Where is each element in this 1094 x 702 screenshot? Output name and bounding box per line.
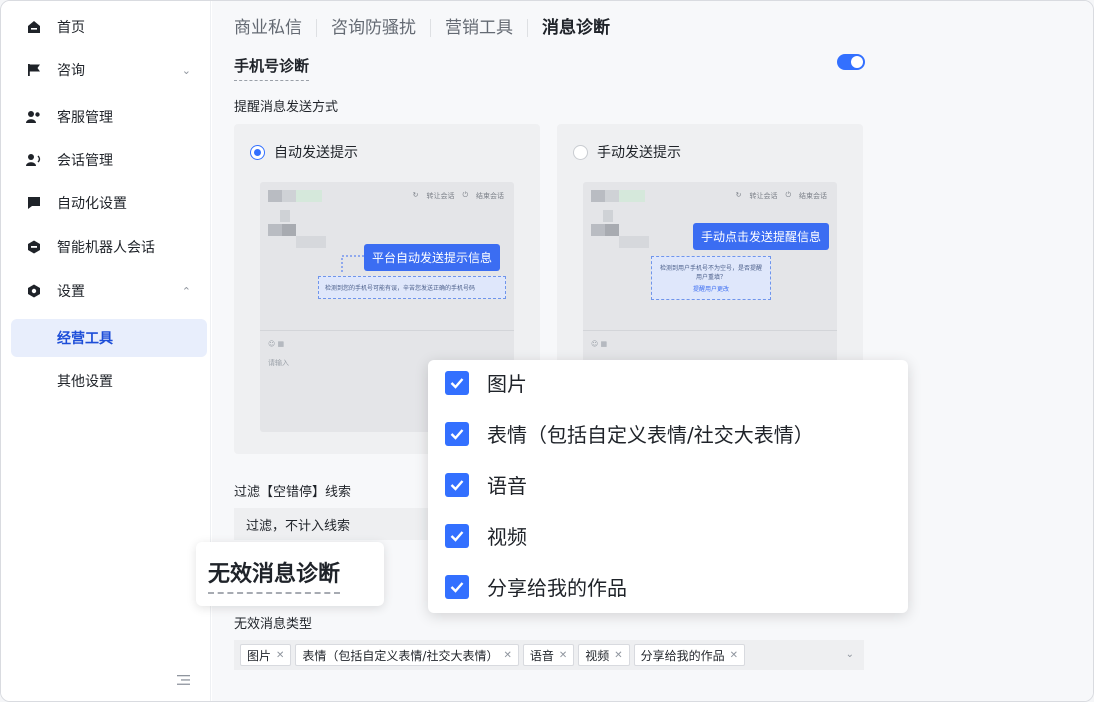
tab-anti-harass[interactable]: 咨询防骚扰 — [316, 19, 430, 37]
dropdown-option-shared-work[interactable]: 分享给我的作品 — [445, 572, 627, 601]
chevron-down-icon: ⌄ — [181, 63, 191, 77]
sidebar-item-label: 咨询 — [57, 63, 85, 79]
sidebar-item-label: 会话管理 — [57, 153, 113, 169]
robot-icon — [25, 238, 43, 256]
home-icon — [25, 18, 43, 36]
dropdown-option-voice[interactable]: 语音 — [445, 470, 527, 499]
sidebar-item-automation[interactable]: 自动化设置 — [11, 184, 207, 222]
filter-label: 过滤【空错停】线索 — [234, 485, 352, 500]
phone-diagnosis-title: 手机号诊断 — [234, 55, 310, 81]
gear-icon — [25, 282, 43, 300]
emoji-icon: ☺ ▦ — [268, 340, 285, 348]
auto-callout: 平台自动发送提示信息 — [364, 244, 501, 271]
invalid-type-multiselect[interactable]: 图片 ✕ 表情（包括自定义表情/社交大表情） ✕ 语音 ✕ 视频 ✕ 分享给我的作品 ✕ … — [234, 640, 864, 670]
tab-message-diagnosis[interactable]: 消息诊断 — [527, 19, 624, 37]
sidebar-item-label: 智能机器人会话 — [57, 240, 155, 256]
transfer-icon: ↻ — [412, 191, 419, 199]
manual-send-label: 手动发送提示 — [597, 145, 681, 161]
auto-send-radio-row[interactable]: 自动发送提示 — [250, 142, 358, 162]
tag-shared-work: 分享给我的作品 ✕ — [633, 644, 746, 666]
close-icon[interactable]: ✕ — [730, 650, 738, 661]
close-icon[interactable]: ✕ — [276, 650, 284, 661]
send-method-label: 提醒消息发送方式 — [234, 100, 339, 115]
emoji-icon: ☺ ▦ — [591, 340, 608, 348]
manual-callout: 手动点击发送提醒信息 — [693, 223, 830, 250]
invalid-type-dropdown: 图片 表情（包括自定义表情/社交大表情） 语音 视频 分享给我的作品 — [428, 360, 908, 613]
auto-send-label: 自动发送提示 — [274, 145, 358, 161]
app-window: 首页 咨询 ⌄ 客服管理 会话管理 自动化设置 智能机器人会话 设置 ⌃ 经营工… — [0, 0, 1094, 702]
users-icon — [25, 108, 43, 126]
sidebar-item-home[interactable]: 首页 — [11, 8, 207, 46]
tag-voice: 语音 ✕ — [522, 644, 575, 666]
tag-emoji: 表情（包括自定义表情/社交大表情） ✕ — [295, 644, 519, 666]
chevron-up-icon: ⌃ — [181, 284, 191, 298]
invalid-diagnosis-title: 无效消息诊断 — [208, 556, 341, 594]
sidebar-item-label: 设置 — [57, 284, 85, 300]
sidebar-item-other-settings[interactable]: 其他设置 — [11, 362, 207, 400]
filter-select[interactable]: 过滤，不计入线索 — [234, 508, 434, 540]
tab-business-dm[interactable]: 商业私信 — [234, 19, 316, 37]
sidebar-item-robot[interactable]: 智能机器人会话 — [11, 228, 207, 266]
collapse-sidebar-icon[interactable] — [177, 671, 193, 685]
message-icon — [25, 194, 43, 212]
invalid-diagnosis-callout: 无效消息诊断 — [196, 542, 384, 606]
user-chat-icon — [25, 151, 43, 169]
dropdown-option-image[interactable]: 图片 — [445, 368, 527, 397]
transfer-icon: ↻ — [735, 191, 742, 199]
mock-input-placeholder: 请输入 — [268, 359, 289, 367]
checkbox-checked-icon[interactable] — [445, 370, 469, 395]
sidebar-item-consult[interactable]: 咨询 ⌄ — [11, 51, 207, 89]
tab-bar: 商业私信 咨询防骚扰 营销工具 消息诊断 — [234, 19, 624, 37]
sidebar-item-label: 首页 — [57, 20, 85, 36]
auto-send-radio[interactable] — [250, 144, 265, 160]
dropdown-option-video[interactable]: 视频 — [445, 521, 527, 550]
close-icon[interactable]: ✕ — [559, 650, 567, 661]
dropdown-option-emoji[interactable]: 表情（包括自定义表情/社交大表情） — [445, 419, 814, 448]
manual-send-radio-row[interactable]: 手动发送提示 — [573, 142, 681, 162]
chevron-down-icon[interactable]: ⌄ — [846, 649, 854, 660]
sidebar-item-service-mgmt[interactable]: 客服管理 — [11, 98, 207, 136]
phone-diagnosis-toggle[interactable] — [837, 54, 865, 70]
sidebar: 首页 咨询 ⌄ 客服管理 会话管理 自动化设置 智能机器人会话 设置 ⌃ 经营工… — [1, 1, 211, 701]
sidebar-item-label: 客服管理 — [57, 110, 113, 126]
power-icon: ⏻ — [462, 191, 468, 199]
sidebar-item-session-mgmt[interactable]: 会话管理 — [11, 141, 207, 179]
flag-icon — [25, 61, 43, 79]
tag-video: 视频 ✕ — [578, 644, 630, 666]
power-icon: ⏻ — [785, 191, 791, 199]
manual-send-radio[interactable] — [573, 144, 588, 160]
checkbox-checked-icon[interactable] — [445, 472, 469, 497]
manual-note: 检测到用户手机号不为空号，是否提醒用户重填？ 提醒用户更改 — [651, 256, 771, 300]
sidebar-item-label: 自动化设置 — [57, 196, 127, 212]
checkbox-checked-icon[interactable] — [445, 523, 469, 548]
checkbox-checked-icon[interactable] — [445, 574, 469, 599]
checkbox-checked-icon[interactable] — [445, 421, 469, 446]
auto-note: 检测到您的手机号可能有误，辛苦您发送正确的手机号码 — [318, 276, 506, 299]
sidebar-item-settings[interactable]: 设置 ⌃ — [11, 272, 207, 310]
invalid-type-label: 无效消息类型 — [234, 617, 313, 632]
tab-marketing-tools[interactable]: 营销工具 — [430, 19, 527, 37]
sidebar-item-business-tools[interactable]: 经营工具 — [11, 319, 207, 357]
tag-image: 图片 ✕ — [240, 644, 292, 666]
close-icon[interactable]: ✕ — [614, 650, 622, 661]
close-icon[interactable]: ✕ — [503, 650, 511, 661]
